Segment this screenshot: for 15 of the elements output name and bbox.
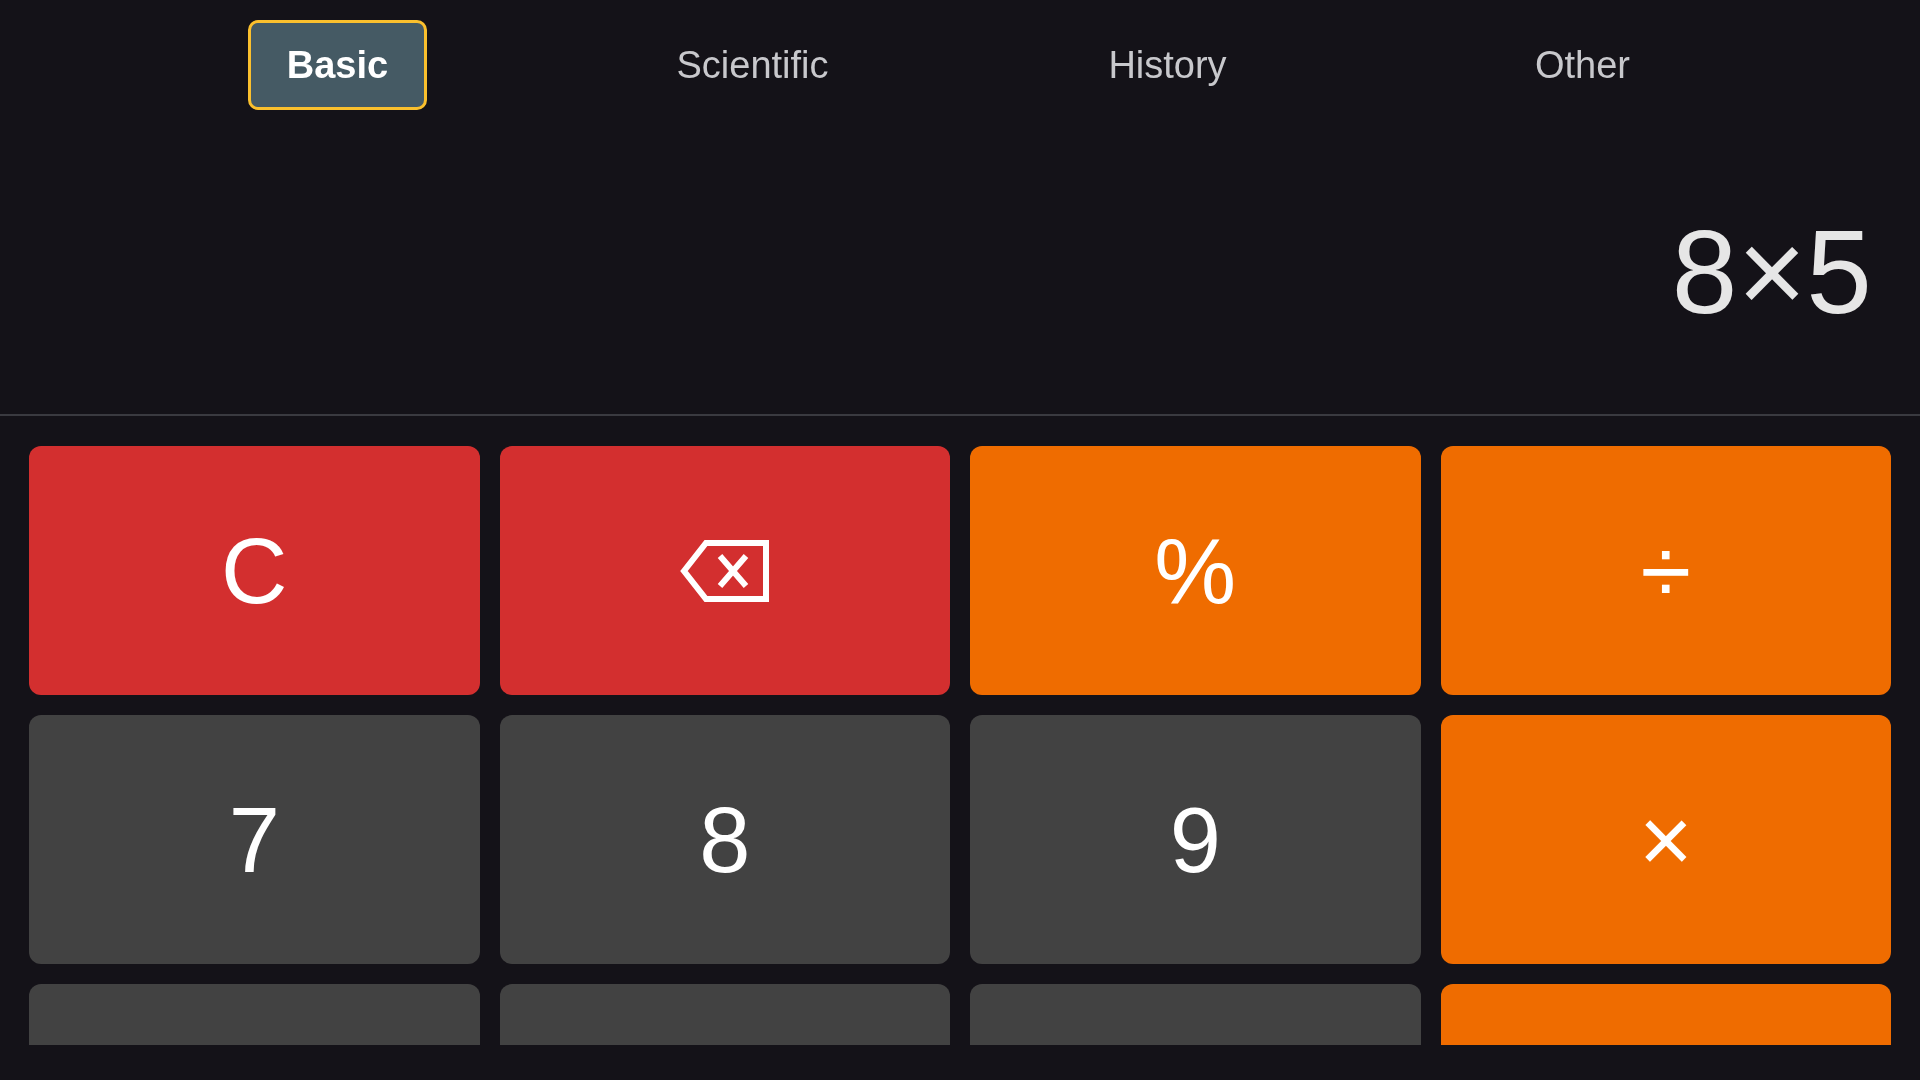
calculator-key[interactable] xyxy=(1440,984,1891,1045)
calculator-key[interactable]: C xyxy=(29,446,480,695)
display-expression: 8×5 xyxy=(1671,213,1872,331)
calculator-key[interactable] xyxy=(499,984,950,1045)
tab[interactable]: Other xyxy=(1495,20,1669,110)
calculator-key[interactable] xyxy=(970,984,1421,1045)
calculator-key[interactable]: 9 xyxy=(970,715,1421,964)
tab[interactable]: Scientific xyxy=(637,20,868,110)
calculator-key[interactable]: 8 xyxy=(499,715,950,964)
backspace-icon xyxy=(679,538,770,603)
backspace-key[interactable] xyxy=(499,446,950,695)
calculator-key[interactable]: 7 xyxy=(29,715,480,964)
tab[interactable]: Basic xyxy=(247,20,428,110)
tab[interactable]: History xyxy=(1069,20,1266,110)
calculator-key[interactable] xyxy=(29,984,480,1045)
